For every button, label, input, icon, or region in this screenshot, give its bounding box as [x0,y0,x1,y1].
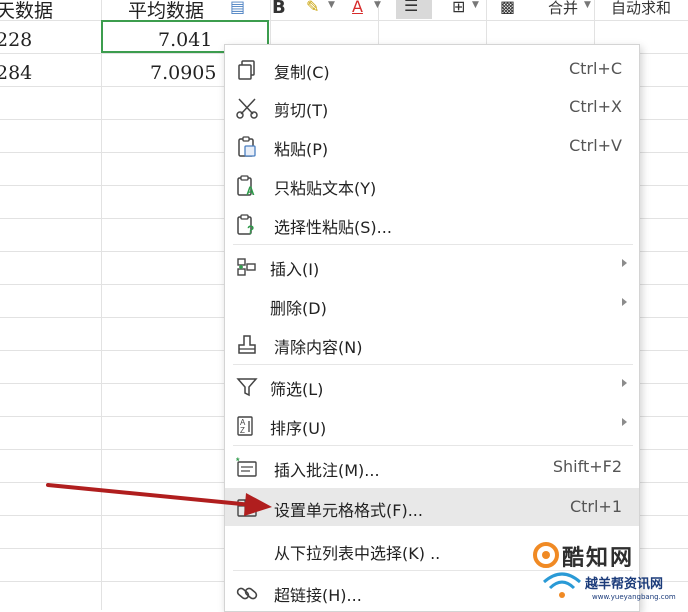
annotation-arrow [46,483,272,516]
